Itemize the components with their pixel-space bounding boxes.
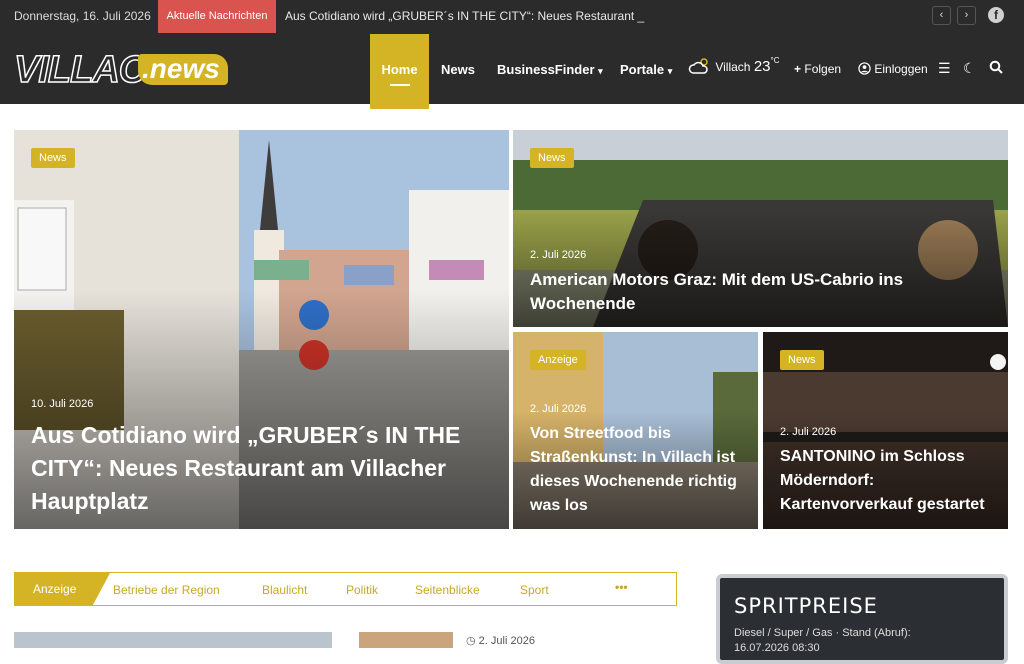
category-badge[interactable]: News	[780, 350, 824, 370]
chevron-down-icon: ▾	[667, 66, 673, 76]
list-thumb-2[interactable]	[359, 632, 453, 648]
article-title[interactable]: American Motors Graz: Mit dem US-Cabrio …	[530, 268, 950, 316]
cloud-sun-icon	[688, 58, 708, 74]
nav-businessfinder-label: BusinessFinder	[497, 62, 595, 77]
hero-article-4[interactable]: News 2. Juli 2026 SANTONINO im Schloss M…	[763, 332, 1008, 529]
category-tabs: Anzeige Betriebe der Region Blaulicht Po…	[14, 572, 677, 606]
login-label: Einloggen	[874, 62, 928, 76]
hero-article-1[interactable]: News 10. Juli 2026 Aus Cotidiano wird „G…	[14, 130, 509, 529]
more-icon[interactable]: •••	[615, 580, 628, 594]
plus-icon: +	[794, 62, 802, 76]
category-badge[interactable]: News	[530, 148, 574, 168]
breaking-news-label: Aktuelle Nachrichten	[158, 0, 276, 33]
user-icon	[858, 62, 871, 75]
category-badge[interactable]: Anzeige	[530, 350, 586, 370]
article-date: 2. Juli 2026	[530, 403, 587, 415]
nav-item-news[interactable]: News	[441, 62, 475, 77]
article-title[interactable]: Von Streetfood bis Straßenkunst: In Vill…	[530, 422, 755, 518]
nav-item-portale[interactable]: Portale ▾	[620, 62, 672, 77]
current-date: Donnerstag, 16. Juli 2026	[14, 9, 151, 23]
nav-item-home[interactable]: Home	[370, 34, 429, 109]
category-badge[interactable]: News	[31, 148, 75, 168]
weather-city: Villach	[715, 60, 751, 74]
login-button[interactable]: Einloggen	[858, 62, 928, 76]
follow-label: Folgen	[804, 62, 842, 76]
top-bar: Donnerstag, 16. Juli 2026 Aktuelle Nachr…	[0, 0, 1024, 33]
article-title[interactable]: Aus Cotidiano wird „GRUBER´s IN THE CITY…	[31, 419, 481, 518]
clock-icon: ◷	[466, 635, 476, 647]
fuel-heading: SPRITPREISE	[734, 594, 878, 618]
hero-article-2[interactable]: News 2. Juli 2026 American Motors Graz: …	[513, 130, 1008, 327]
list-thumb-1[interactable]	[14, 632, 332, 648]
weather-temperature: 23	[753, 58, 771, 75]
logo-news-text: .news	[138, 54, 228, 85]
fuel-prices-widget: SPRITPREISE Diesel / Super / Gas · Stand…	[716, 574, 1008, 664]
active-indicator	[389, 84, 410, 86]
tab-politik[interactable]: Politik	[346, 583, 378, 597]
dark-mode-icon[interactable]: ☾	[963, 60, 976, 77]
article-date: 2. Juli 2026	[780, 426, 837, 438]
article-date: 10. Juli 2026	[31, 398, 94, 410]
chevron-right-icon[interactable]: ›	[957, 6, 976, 25]
news-ticker-link[interactable]: Aus Cotidiano wird „GRUBER´s IN THE CITY…	[285, 9, 644, 23]
fuel-line-2: 16.07.2026 08:30	[734, 642, 820, 654]
list-date-text: 2. Juli 2026	[478, 635, 535, 647]
search-icon[interactable]	[989, 60, 1003, 77]
tab-betriebe-der-region[interactable]: Betriebe der Region	[113, 583, 220, 597]
tab-blaulicht[interactable]: Blaulicht	[262, 583, 307, 597]
tab-sport[interactable]: Sport	[520, 583, 549, 597]
chevron-down-icon: ▾	[598, 66, 603, 76]
facebook-icon[interactable]: f	[988, 7, 1004, 23]
weather-widget[interactable]: Villach 23°C	[688, 56, 780, 75]
tab-seitenblicke[interactable]: Seitenblicke	[415, 583, 480, 597]
follow-button[interactable]: + Folgen	[794, 62, 841, 76]
nav-item-businessfinder[interactable]: BusinessFinder ▾	[497, 62, 603, 77]
weather-unit: °C	[770, 56, 780, 65]
tab-anzeige[interactable]: Anzeige	[15, 573, 110, 605]
article-date: 2. Juli 2026	[530, 249, 587, 261]
site-header: VILLACH .news Home News BusinessFinder ▾…	[0, 33, 1024, 109]
chevron-left-icon[interactable]: ‹	[932, 6, 951, 25]
fuel-line-1: Diesel / Super / Gas · Stand (Abruf):	[734, 627, 911, 639]
hero-article-3[interactable]: Anzeige 2. Juli 2026 Von Streetfood bis …	[513, 332, 758, 529]
list-article-date: ◷ 2. Juli 2026	[466, 634, 535, 647]
fuel-subtitle: Diesel / Super / Gas · Stand (Abruf): 16…	[734, 626, 911, 656]
article-title[interactable]: SANTONINO im Schloss Möderndorf: Kartenv…	[780, 445, 1005, 517]
nav-home-label: Home	[381, 62, 418, 77]
menu-icon[interactable]: ☰	[938, 60, 951, 77]
nav-portale-label: Portale	[620, 62, 665, 77]
site-logo[interactable]: VILLACH .news	[13, 50, 228, 90]
